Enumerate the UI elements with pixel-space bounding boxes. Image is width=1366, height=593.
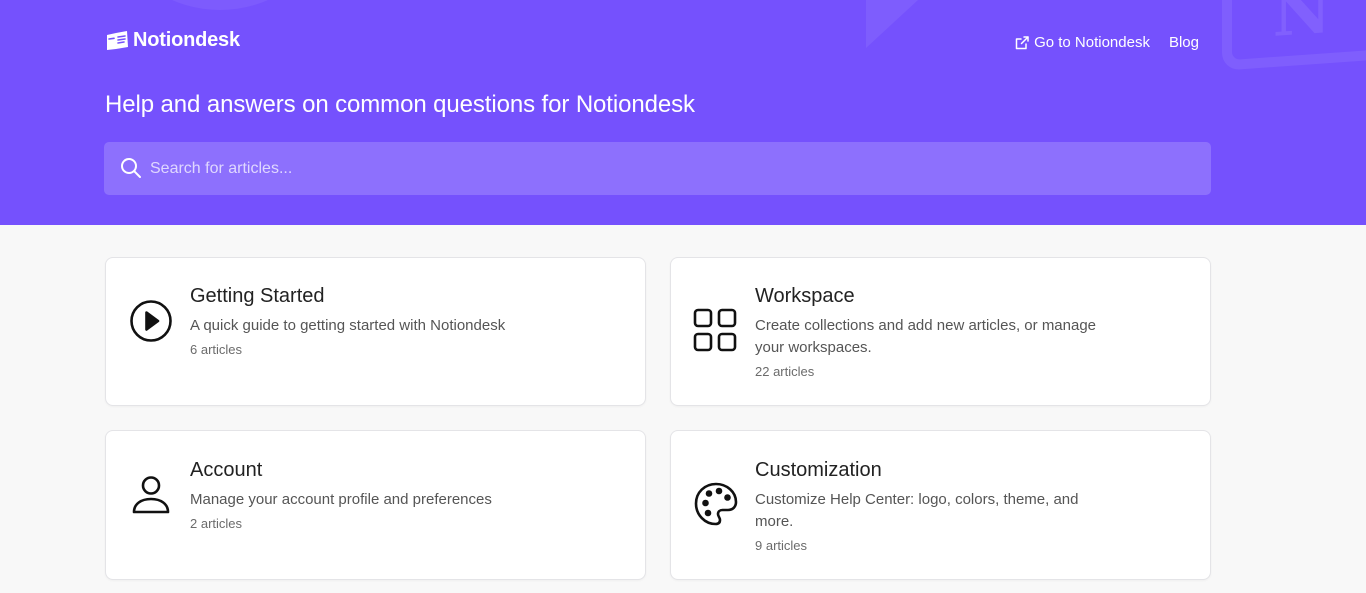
top-nav: Go to Notiondesk Blog	[1014, 34, 1199, 51]
palette-icon	[694, 482, 738, 526]
search-input[interactable]	[104, 142, 1211, 195]
blog-link[interactable]: Blog	[1169, 34, 1199, 51]
collection-title: Workspace	[755, 285, 855, 307]
collection-title: Getting Started	[190, 285, 325, 307]
collection-card-account[interactable]: Account Manage your account profile and …	[105, 430, 646, 580]
search-icon	[121, 158, 141, 178]
collection-description: Manage your account profile and preferen…	[190, 491, 492, 508]
blog-label: Blog	[1168, 34, 1199, 51]
notion-watermark-icon: N	[1222, 0, 1366, 71]
collection-card-customization[interactable]: Customization Customize Help Center: log…	[670, 430, 1211, 580]
search-bar	[104, 142, 1211, 195]
hero-header: N Notiondesk Go to Notiondesk Blog Help …	[0, 0, 1366, 225]
decorative-triangle	[866, 0, 918, 48]
brand-logo-link[interactable]: Notiondesk	[105, 29, 240, 52]
collection-title: Customization	[755, 459, 882, 481]
collection-title: Account	[190, 459, 263, 481]
collection-description: Customize Help Center: logo, colors, the…	[755, 491, 1079, 530]
book-logo-icon	[107, 30, 128, 50]
collection-description: Create collections and add new articles,…	[755, 317, 1097, 356]
collection-article-count: 6 articles	[190, 342, 243, 357]
decorative-circle	[130, 0, 310, 10]
collection-article-count: 9 articles	[755, 538, 808, 553]
grid-icon	[693, 308, 737, 352]
collection-card-workspace[interactable]: Workspace Create collections and add new…	[670, 257, 1211, 406]
collection-card-getting-started[interactable]: Getting Started A quick guide to getting…	[105, 257, 646, 406]
user-icon	[132, 476, 170, 514]
play-circle-icon	[130, 300, 172, 342]
go-to-notiondesk-link[interactable]: Go to Notiondesk	[1014, 34, 1150, 51]
collection-article-count: 22 articles	[755, 364, 815, 379]
go-to-notiondesk-label: Go to Notiondesk	[1034, 34, 1150, 51]
collection-description: A quick guide to getting started with No…	[190, 317, 506, 334]
brand-name: Notiondesk	[133, 29, 240, 51]
collection-article-count: 2 articles	[190, 516, 243, 531]
external-link-icon	[1015, 35, 1029, 49]
page-title: Help and answers on common questions for…	[105, 91, 695, 118]
